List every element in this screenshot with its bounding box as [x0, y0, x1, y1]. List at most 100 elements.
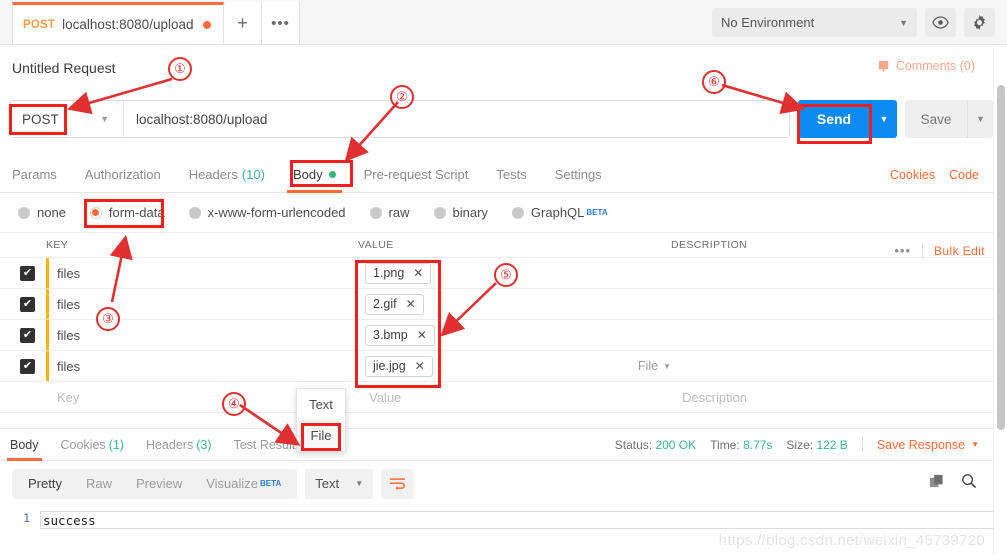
file-chip[interactable]: 1.png ✕: [365, 262, 432, 284]
body-present-dot-icon: [328, 171, 336, 178]
send-button[interactable]: Send: [798, 100, 870, 138]
send-options-button[interactable]: ▼: [870, 100, 897, 138]
table-row-empty[interactable]: Key Value Description: [0, 382, 993, 413]
row-key-input[interactable]: files: [46, 258, 358, 288]
tab-body[interactable]: Body: [287, 157, 342, 193]
tab-tests[interactable]: Tests: [496, 157, 526, 193]
bulk-edit-button[interactable]: Bulk Edit: [934, 244, 985, 258]
row-key-input[interactable]: files: [46, 289, 358, 319]
column-header-value: VALUE: [358, 239, 394, 251]
row-checkbox[interactable]: ✔: [20, 358, 35, 374]
divider: [861, 437, 863, 452]
close-icon[interactable]: ✕: [417, 328, 427, 342]
response-tab-test-results[interactable]: Test Results: [233, 428, 301, 461]
size-value: 122 B: [816, 437, 848, 452]
scrollbar-thumb[interactable]: [997, 85, 1005, 430]
comment-icon: [878, 60, 888, 72]
save-button[interactable]: Save: [905, 100, 967, 138]
search-button[interactable]: [961, 473, 977, 494]
row-checkbox[interactable]: ✔: [20, 296, 35, 312]
dropdown-item-file[interactable]: File: [297, 420, 345, 451]
row-checkbox[interactable]: ✔: [20, 265, 35, 281]
close-icon[interactable]: ✕: [413, 266, 423, 280]
tab-method-label: POST: [23, 18, 56, 31]
body-type-raw[interactable]: raw: [369, 205, 410, 220]
tab-pre-request-script[interactable]: Pre-request Script: [364, 157, 469, 193]
row-key-input[interactable]: files: [46, 320, 358, 350]
settings-button[interactable]: [964, 8, 995, 37]
row-key-input[interactable]: files: [46, 351, 358, 381]
tab-authorization[interactable]: Authorization: [85, 157, 161, 193]
body-type-binary[interactable]: binary: [433, 205, 488, 220]
response-tab-cookies[interactable]: Cookies (1): [61, 428, 124, 461]
viewer-tab-pretty[interactable]: Pretty: [16, 476, 74, 491]
url-input[interactable]: localhost:8080/upload: [124, 101, 789, 137]
response-tab-body[interactable]: Body: [7, 428, 41, 461]
comments-button[interactable]: Comments (0): [877, 59, 975, 73]
file-chip[interactable]: 3.bmp ✕: [365, 324, 435, 346]
response-language-select[interactable]: Text ▼: [305, 468, 374, 499]
close-icon[interactable]: ✕: [406, 297, 416, 311]
table-row[interactable]: ✔ files 2.gif ✕: [0, 289, 993, 320]
viewer-tab-raw[interactable]: Raw: [74, 476, 124, 491]
chevron-down-icon: ▼: [899, 17, 908, 28]
http-method-label: POST: [22, 111, 59, 127]
code-link[interactable]: Code: [949, 168, 979, 182]
body-type-graphql[interactable]: GraphQL BETA: [511, 205, 608, 220]
save-response-button[interactable]: Save Response ▼: [877, 438, 979, 452]
time-value: 8.77s: [743, 437, 773, 452]
table-row[interactable]: ✔ files jie.jpg ✕ File ▼: [0, 351, 993, 382]
row-checkbox[interactable]: ✔: [20, 327, 35, 343]
viewer-tab-preview[interactable]: Preview: [124, 476, 194, 491]
table-header-row: KEY VALUE DESCRIPTION ••• Bulk Edit: [0, 232, 993, 258]
tab-more-options-button[interactable]: •••: [262, 2, 300, 44]
row-value-cell[interactable]: 1.png ✕: [358, 258, 671, 288]
body-type-urlencoded[interactable]: x-www-form-urlencoded: [188, 205, 346, 220]
body-type-binary-label: binary: [452, 205, 488, 220]
cookies-link[interactable]: Cookies: [890, 168, 935, 182]
row-value-cell[interactable]: jie.jpg ✕: [358, 351, 671, 381]
close-icon[interactable]: ✕: [415, 359, 425, 373]
body-type-radio-group: none form-data x-www-form-urlencoded raw…: [0, 193, 1007, 232]
gear-icon: [974, 14, 985, 31]
value-type-select[interactable]: File ▼: [638, 359, 671, 373]
response-tab-headers[interactable]: Headers (3): [146, 428, 212, 461]
copy-button[interactable]: [929, 474, 944, 494]
file-chip-name: 3.bmp: [373, 328, 408, 342]
table-row[interactable]: ✔ files 1.png ✕: [0, 258, 993, 289]
tab-tests-label: Tests: [496, 167, 527, 182]
vertical-scrollbar[interactable]: [993, 45, 1007, 555]
row-checkbox-cell: ✔: [0, 327, 46, 343]
status-value: 200 OK: [655, 437, 697, 452]
tab-headers[interactable]: Headers (10): [189, 157, 265, 193]
word-wrap-button[interactable]: [381, 468, 415, 499]
save-response-label: Save Response: [876, 437, 966, 452]
row-checkbox-cell: ✔: [0, 358, 46, 374]
file-chip[interactable]: jie.jpg ✕: [365, 355, 433, 377]
new-tab-button[interactable]: +: [224, 2, 262, 44]
file-chip-name: 2.gif: [373, 297, 397, 311]
table-row[interactable]: ✔ files 3.bmp ✕: [0, 320, 993, 351]
environment-quick-look-button[interactable]: [925, 8, 956, 37]
tab-headers-count: (10): [241, 167, 265, 182]
body-type-none[interactable]: none: [18, 205, 66, 220]
row-value-cell[interactable]: 2.gif ✕: [358, 289, 671, 319]
tab-params[interactable]: Params: [12, 157, 57, 193]
save-options-button[interactable]: ▼: [967, 100, 993, 138]
request-tab-upload[interactable]: POST localhost:8080/upload: [12, 2, 224, 44]
row-value-cell[interactable]: 3.bmp ✕: [358, 320, 671, 350]
viewer-tab-visualize[interactable]: Visualize BETA: [194, 476, 293, 491]
new-row-description-input[interactable]: Description: [671, 390, 993, 405]
response-tab-test-results-label: Test Results: [233, 437, 302, 452]
response-tab-headers-label: Headers: [145, 437, 194, 452]
body-type-form-data[interactable]: form-data: [89, 205, 165, 220]
environment-select[interactable]: No Environment ▼: [712, 8, 917, 37]
tab-settings[interactable]: Settings: [555, 157, 602, 193]
column-header-description-wrap: DESCRIPTION ••• Bulk Edit: [671, 239, 993, 258]
http-method-select[interactable]: POST ▼: [11, 101, 124, 137]
new-row-value-input[interactable]: Value: [358, 382, 671, 412]
file-chip[interactable]: 2.gif ✕: [365, 293, 424, 315]
dropdown-item-text[interactable]: Text: [297, 389, 345, 420]
table-more-options-button[interactable]: •••: [894, 243, 911, 258]
code-line: 1 success: [0, 506, 993, 529]
